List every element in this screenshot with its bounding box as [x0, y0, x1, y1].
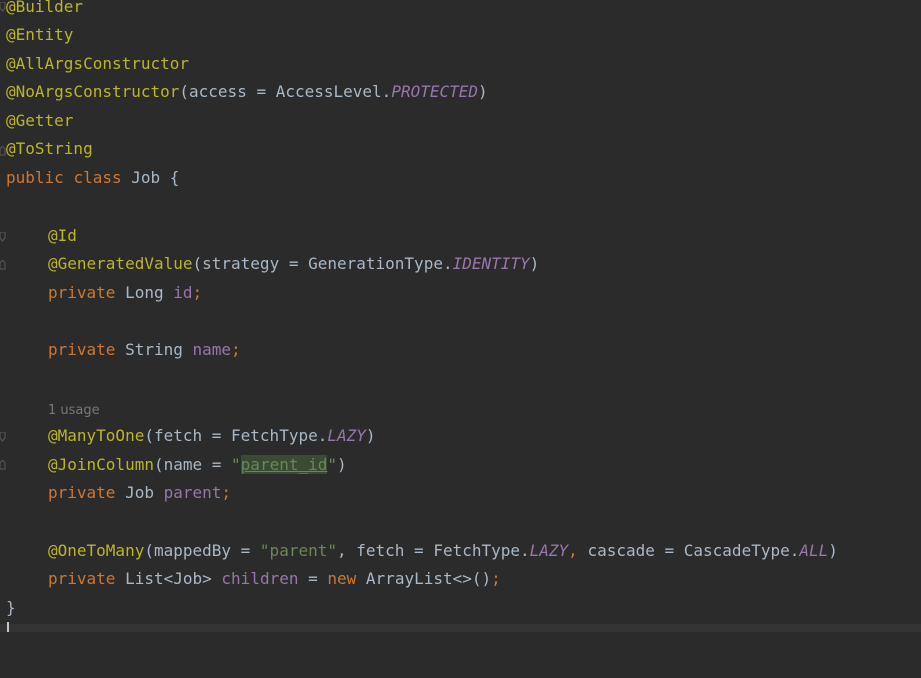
keyword: public	[6, 168, 64, 187]
annotation: @AllArgsConstructor	[6, 54, 190, 73]
code-line[interactable]: @NoArgsConstructor(access = AccessLevel.…	[0, 78, 488, 106]
code-editor[interactable]: @Builder @Entity @AllArgsConstructor @No…	[0, 0, 921, 632]
code-text: cascade = CascadeType.	[587, 541, 800, 560]
keyword: private	[48, 569, 116, 588]
code-text: (fetch = FetchType.	[144, 426, 328, 445]
code-line[interactable]: private Job parent;	[0, 479, 231, 507]
code-line[interactable]: @GeneratedValue(strategy = GenerationTyp…	[0, 250, 539, 278]
code-line[interactable]: private Long id;	[0, 279, 202, 307]
code-line[interactable]: @Entity	[0, 21, 73, 49]
annotation: @Id	[48, 226, 77, 245]
code-text: )	[529, 254, 540, 273]
semicolon: ;	[231, 340, 241, 359]
code-line[interactable]: @ToString	[0, 135, 93, 163]
usage-hint[interactable]: 1 usage	[48, 403, 100, 418]
keyword: class	[73, 168, 122, 187]
enum-constant: IDENTITY	[452, 254, 530, 273]
code-text: Job {	[121, 168, 180, 187]
closing-brace: }	[6, 598, 16, 617]
code-line[interactable]: }	[0, 594, 39, 622]
annotation: @Builder	[6, 0, 84, 16]
semicolon: ;	[491, 569, 501, 588]
keyword: new	[327, 569, 357, 588]
text-caret	[7, 622, 9, 632]
code-line[interactable]: @Getter	[0, 107, 73, 135]
code-text: )	[478, 82, 488, 101]
string-quote: "	[327, 455, 338, 474]
annotation: @ManyToOne	[48, 426, 145, 445]
code-line[interactable]: @OneToMany(mappedBy = "parent", fetch = …	[0, 537, 838, 565]
code-line[interactable]: @AllArgsConstructor	[0, 50, 189, 78]
code-text: String	[115, 340, 193, 359]
enum-constant: LAZY	[529, 541, 569, 560]
code-text: List<Job>	[115, 569, 222, 588]
editor-bottom-strip	[0, 624, 921, 632]
code-text: Job	[115, 483, 164, 502]
code-text: (name =	[153, 455, 232, 474]
annotation: @NoArgsConstructor	[6, 82, 180, 101]
annotation: @GeneratedValue	[48, 254, 193, 273]
annotation: @Entity	[6, 25, 74, 44]
code-text: ArrayList<>()	[356, 569, 492, 588]
annotation: @OneToMany	[48, 541, 145, 560]
code-text: , fetch = FetchType.	[336, 541, 530, 560]
string-quote: "	[231, 455, 241, 474]
code-line[interactable]: private List<Job> children = new ArrayLi…	[0, 565, 501, 593]
code-text: (mappedBy =	[144, 541, 260, 560]
keyword: private	[48, 283, 116, 302]
code-line[interactable]: @Id	[0, 222, 77, 250]
code-text: =	[298, 569, 328, 588]
keyword: private	[48, 483, 116, 502]
field-name: children	[221, 569, 299, 588]
enum-constant: PROTECTED	[391, 82, 479, 101]
field-name: name	[192, 340, 232, 359]
code-line[interactable]: @Builder	[0, 0, 83, 21]
enum-constant: LAZY	[327, 426, 366, 445]
comma: ,	[568, 541, 588, 560]
field-name: parent	[163, 483, 222, 502]
semicolon: ;	[192, 283, 203, 302]
code-line[interactable]: private String name;	[0, 336, 241, 364]
annotation: @Getter	[6, 111, 74, 130]
code-line[interactable]: @JoinColumn(name = "parent_id")	[0, 451, 347, 479]
field-name: id	[173, 283, 193, 302]
usage-hint-line[interactable]: 1 usage	[0, 395, 100, 423]
code-text: )	[828, 541, 838, 560]
code-text: )	[337, 455, 347, 474]
code-text: )	[365, 426, 376, 445]
code-text: (access = AccessLevel.	[179, 82, 392, 101]
enum-constant: ALL	[799, 541, 829, 560]
code-text: Long	[115, 283, 174, 302]
string-literal: "parent"	[259, 541, 337, 560]
code-line[interactable]: @ManyToOne(fetch = FetchType.LAZY)	[0, 422, 376, 450]
annotation: @ToString	[6, 139, 93, 158]
highlighted-string[interactable]: parent_id	[240, 455, 328, 474]
annotation: @JoinColumn	[48, 455, 154, 474]
code-text: (strategy = GenerationType.	[192, 254, 453, 273]
keyword: private	[48, 340, 116, 359]
semicolon: ;	[221, 483, 232, 502]
code-line[interactable]: public class Job {	[0, 164, 179, 192]
